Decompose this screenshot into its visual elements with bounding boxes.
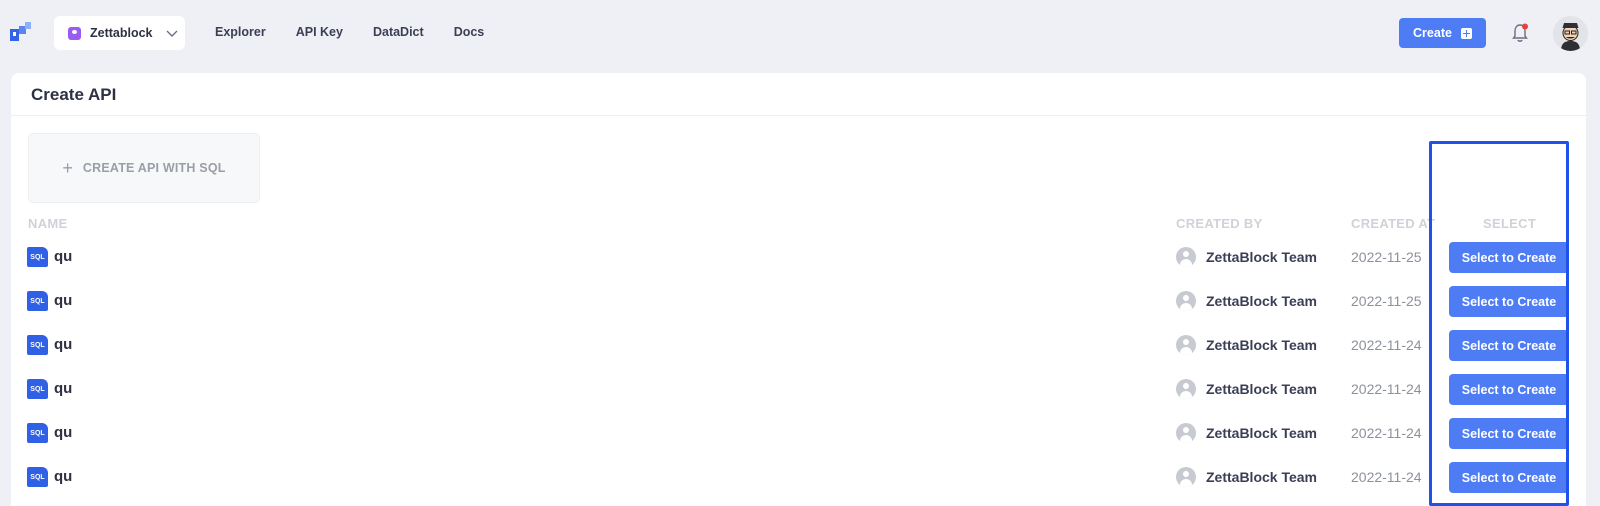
user-avatar-icon — [1176, 291, 1196, 311]
query-name[interactable]: qu — [54, 248, 72, 265]
column-header-created-at: CREATED AT — [1351, 216, 1436, 231]
created-at: 2022-11-24 — [1351, 469, 1422, 485]
sql-file-icon: SQL — [27, 467, 48, 487]
table-row: SQL qu ZettaBlock Team 2022-11-24 Select… — [11, 329, 1586, 361]
user-avatar-icon — [1176, 335, 1196, 355]
table-row: SQL qu ZettaBlock Team 2022-11-25 Select… — [11, 285, 1586, 317]
create-api-panel: Create API + CREATE API WITH SQL NAME CR… — [11, 73, 1586, 506]
user-avatar-icon — [1176, 379, 1196, 399]
select-to-create-button[interactable]: Select to Create — [1449, 374, 1569, 405]
main-nav: Explorer API Key DataDict Docs — [215, 25, 514, 39]
created-by: ZettaBlock Team — [1206, 469, 1317, 485]
sql-file-icon: SQL — [27, 291, 48, 311]
table-row: SQL qu ZettaBlock Team 2022-11-24 Select… — [11, 373, 1586, 405]
table-row: SQL qu ZettaBlock Team 2022-11-24 Select… — [11, 461, 1586, 493]
sql-file-icon: SQL — [27, 379, 48, 399]
sql-file-icon: SQL — [27, 335, 48, 355]
nav-docs[interactable]: Docs — [454, 25, 485, 39]
nav-datadict[interactable]: DataDict — [373, 25, 424, 39]
page-title: Create API — [31, 85, 117, 104]
notification-bell-icon[interactable] — [1509, 22, 1531, 44]
sql-file-icon: SQL — [27, 423, 48, 443]
column-header-created-by: CREATED BY — [1176, 216, 1263, 231]
workspace-name: Zettablock — [90, 26, 153, 40]
table-row: SQL qu ZettaBlock Team 2022-11-25 Select… — [11, 241, 1586, 273]
avatar-illustration-icon — [1553, 16, 1588, 51]
query-name[interactable]: qu — [54, 292, 72, 309]
plus-square-icon — [1460, 27, 1472, 39]
title-divider — [11, 115, 1586, 116]
created-by: ZettaBlock Team — [1206, 337, 1317, 353]
column-header-select: SELECT — [1483, 216, 1537, 231]
created-by: ZettaBlock Team — [1206, 425, 1317, 441]
created-by: ZettaBlock Team — [1206, 249, 1317, 265]
nav-explorer[interactable]: Explorer — [215, 25, 266, 39]
created-at: 2022-11-25 — [1351, 249, 1422, 265]
top-navigation-bar: Zettablock Explorer API Key DataDict Doc… — [0, 0, 1600, 66]
zettablock-logo-icon[interactable] — [10, 21, 32, 43]
created-at: 2022-11-25 — [1351, 293, 1422, 309]
select-to-create-button[interactable]: Select to Create — [1449, 330, 1569, 361]
select-to-create-button[interactable]: Select to Create — [1449, 418, 1569, 449]
query-name[interactable]: qu — [54, 336, 72, 353]
user-avatar-icon — [1176, 467, 1196, 487]
create-button-label: Create — [1413, 26, 1452, 40]
plus-icon: + — [62, 157, 73, 178]
workspace-selector[interactable]: Zettablock — [54, 16, 185, 50]
query-name[interactable]: qu — [54, 424, 72, 441]
user-avatar-icon — [1176, 423, 1196, 443]
create-api-with-sql-label: CREATE API WITH SQL — [82, 161, 226, 175]
query-name[interactable]: qu — [54, 380, 72, 397]
select-to-create-button[interactable]: Select to Create — [1449, 286, 1569, 317]
create-button[interactable]: Create — [1399, 18, 1486, 48]
column-header-name: NAME — [28, 216, 68, 231]
created-at: 2022-11-24 — [1351, 337, 1422, 353]
nav-api-key[interactable]: API Key — [296, 25, 343, 39]
user-avatar-icon — [1176, 247, 1196, 267]
created-by: ZettaBlock Team — [1206, 293, 1317, 309]
select-to-create-button[interactable]: Select to Create — [1449, 242, 1569, 273]
created-at: 2022-11-24 — [1351, 425, 1422, 441]
user-avatar[interactable] — [1553, 16, 1588, 51]
query-name[interactable]: qu — [54, 468, 72, 485]
workspace-icon — [68, 26, 81, 40]
create-api-with-sql-card[interactable]: + CREATE API WITH SQL — [28, 133, 260, 203]
select-to-create-button[interactable]: Select to Create — [1449, 462, 1569, 493]
sql-file-icon: SQL — [27, 247, 48, 267]
chevron-down-icon — [166, 30, 178, 37]
created-by: ZettaBlock Team — [1206, 381, 1317, 397]
table-row: SQL qu ZettaBlock Team 2022-11-24 Select… — [11, 417, 1586, 449]
created-at: 2022-11-24 — [1351, 381, 1422, 397]
